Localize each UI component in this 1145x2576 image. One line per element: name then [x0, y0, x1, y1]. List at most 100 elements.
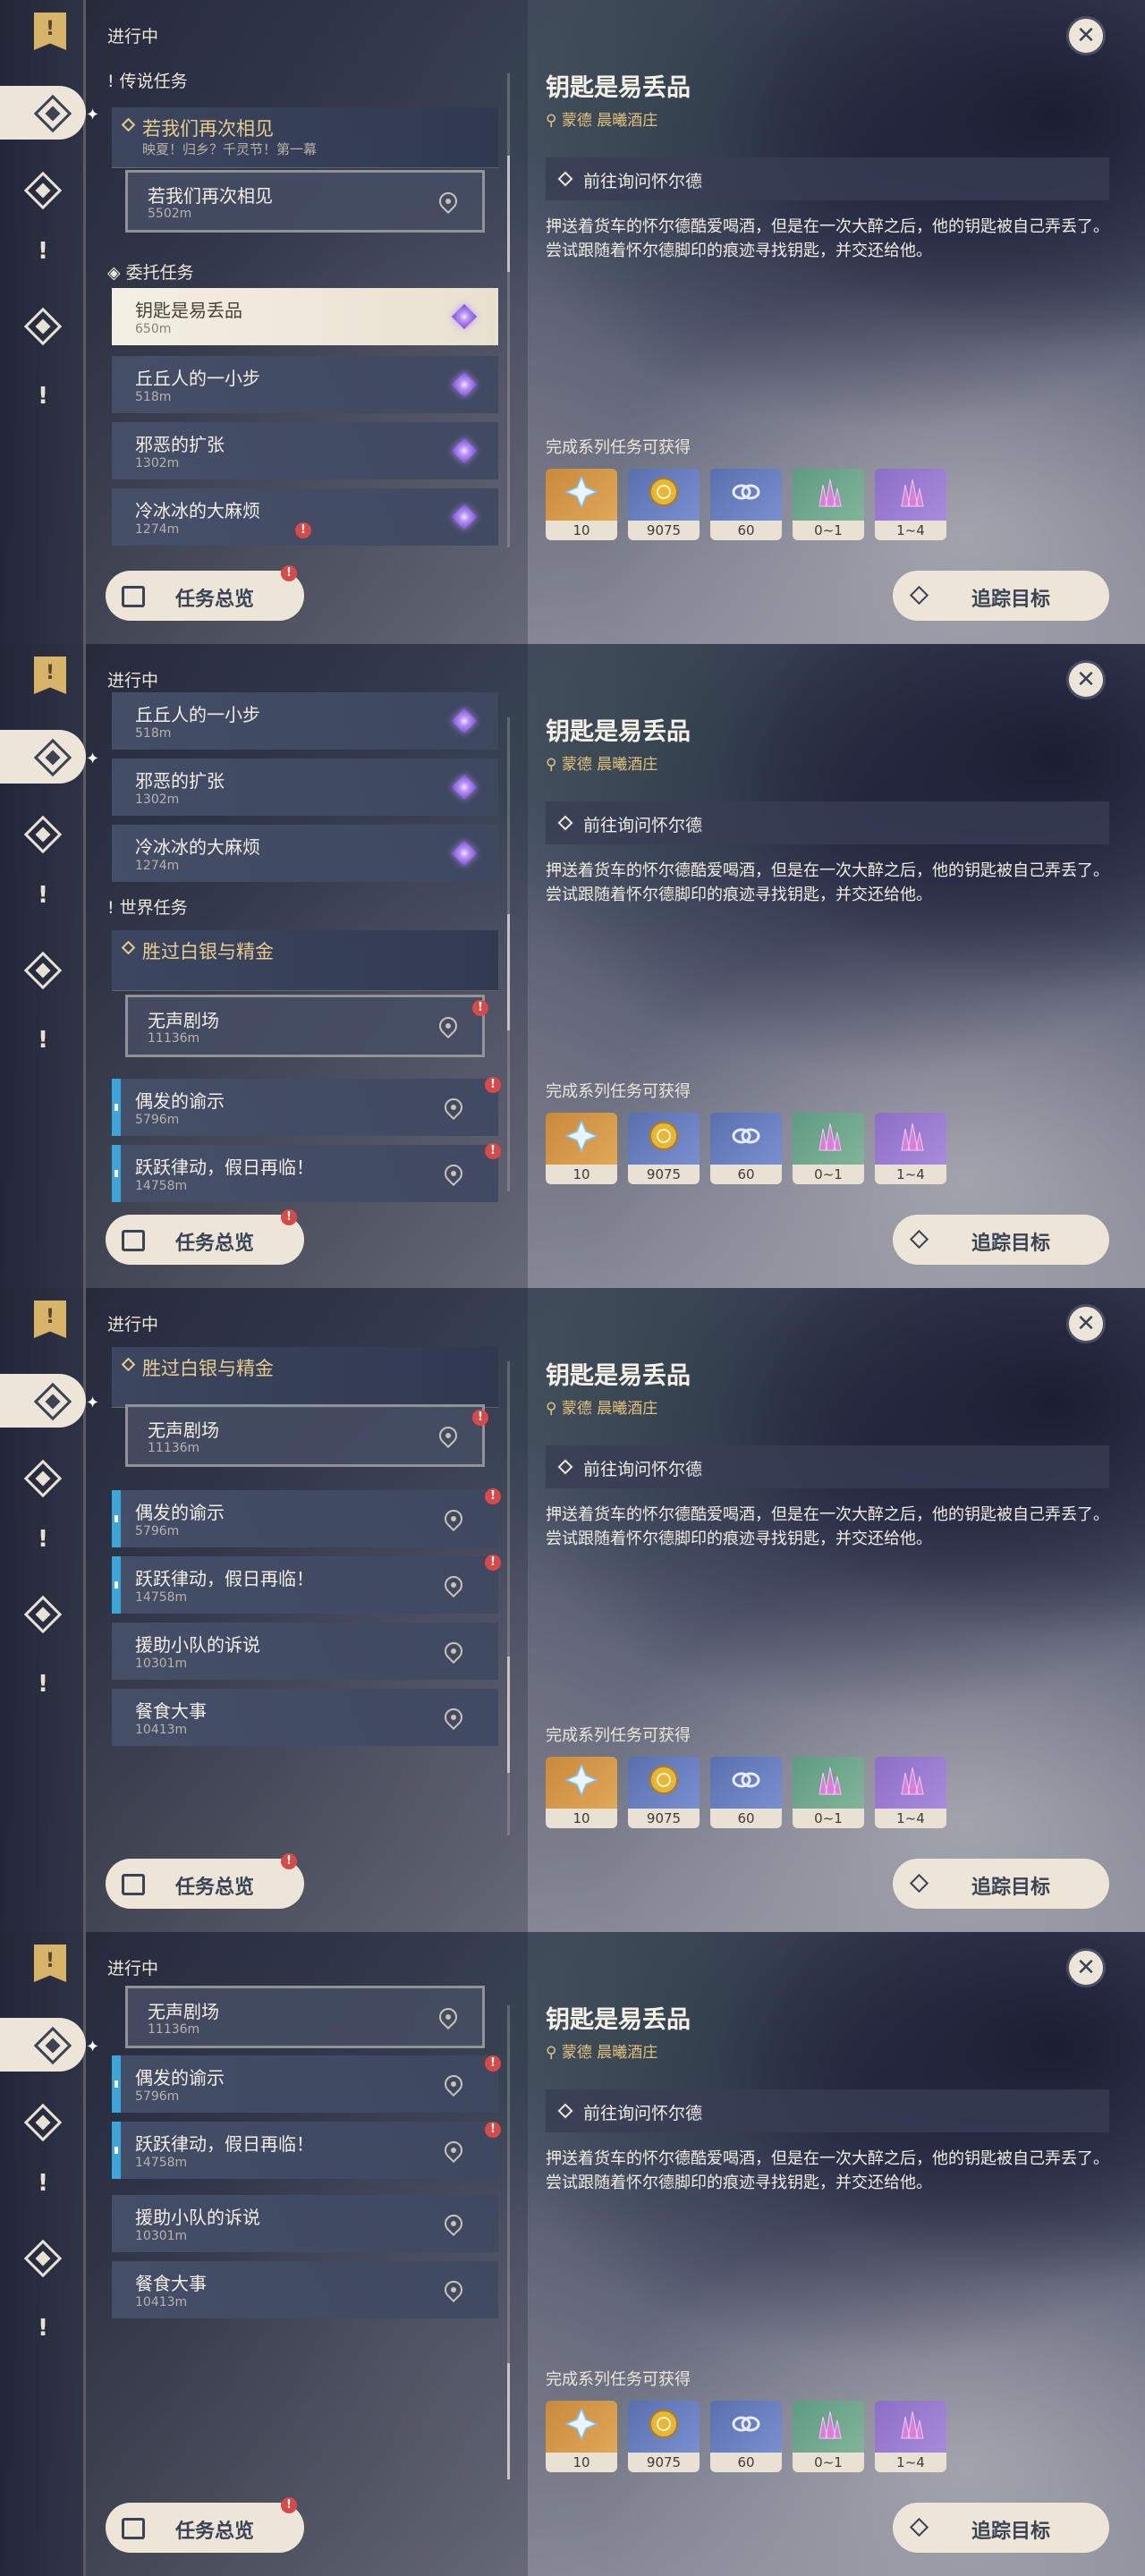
- scrollbar[interactable]: [507, 717, 510, 1191]
- reward-mora[interactable]: 9075: [628, 1757, 700, 1828]
- quest-row[interactable]: 丘丘人的一小步 518m: [112, 356, 498, 413]
- scrollbar-thumb[interactable]: [507, 156, 510, 272]
- quest-row[interactable]: 偶发的谕示 5796m: [112, 1079, 498, 1136]
- quest-row[interactable]: 偶发的谕示 5796m: [112, 2055, 498, 2113]
- quest-row[interactable]: 邪恶的扩张 1302m: [112, 422, 498, 479]
- sub-quest-item[interactable]: 无声剧场 11136m: [125, 995, 485, 1057]
- quest-row[interactable]: 餐食大事 10413m: [112, 1689, 498, 1746]
- reward-adventure-exp[interactable]: 60: [710, 1113, 782, 1184]
- reward-primogem[interactable]: 10: [546, 1113, 617, 1184]
- map-pin-icon[interactable]: [440, 2210, 467, 2237]
- quest-row[interactable]: 偶发的谕示 5796m: [112, 1490, 498, 1547]
- reward-mora[interactable]: 9075: [628, 2401, 700, 2472]
- scrollbar-thumb[interactable]: [507, 914, 510, 1030]
- quest-group[interactable]: 若我们再次相见 映夏！归乡？千灵节！第一幕: [112, 107, 498, 168]
- map-pin-icon[interactable]: [435, 1013, 462, 1039]
- archon-quest-icon[interactable]: [23, 171, 63, 210]
- commission-quest-icon[interactable]: [23, 2239, 63, 2278]
- reward-crystal-green[interactable]: 0~1: [793, 1113, 864, 1184]
- map-pin-icon[interactable]: [440, 2137, 467, 2164]
- close-button[interactable]: ✕: [1066, 1304, 1106, 1343]
- quest-group[interactable]: 胜过白银与精金: [112, 1347, 498, 1408]
- quest-row[interactable]: 钥匙是易丢品 650m: [112, 288, 498, 345]
- legend-quest-icon[interactable]: !: [26, 1522, 60, 1556]
- ongoing-tab-icon[interactable]: !: [34, 1301, 66, 1338]
- world-quest-icon[interactable]: !: [26, 1023, 60, 1057]
- reward-adventure-exp[interactable]: 60: [710, 1757, 782, 1828]
- reward-adventure-exp[interactable]: 60: [710, 2401, 782, 2472]
- archon-quest-icon[interactable]: [23, 1459, 63, 1498]
- reward-primogem[interactable]: 10: [546, 469, 617, 540]
- reward-mora[interactable]: 9075: [628, 1113, 700, 1184]
- quest-row[interactable]: 跃跃律动，假日再临！ 14758m: [112, 1556, 498, 1614]
- quest-group[interactable]: 胜过白银与精金: [112, 930, 498, 991]
- reward-crystal-purple[interactable]: 1~4: [875, 469, 946, 540]
- scrollbar-thumb[interactable]: [507, 1657, 510, 1773]
- map-pin-icon[interactable]: [435, 188, 462, 215]
- ongoing-tab-icon[interactable]: !: [34, 657, 66, 694]
- ongoing-tab-icon[interactable]: !: [34, 1945, 66, 1982]
- quest-row[interactable]: 丘丘人的一小步 518m: [112, 692, 498, 750]
- reward-primogem[interactable]: 10: [546, 2401, 617, 2472]
- map-pin-icon[interactable]: [440, 2276, 467, 2303]
- map-pin-icon[interactable]: [440, 1638, 467, 1665]
- map-pin-icon[interactable]: [435, 1422, 462, 1449]
- reward-crystal-green[interactable]: 0~1: [793, 1757, 864, 1828]
- map-pin-icon[interactable]: [440, 1704, 467, 1731]
- all-quests-icon[interactable]: [33, 94, 72, 133]
- reward-primogem[interactable]: 10: [546, 1757, 617, 1828]
- close-button[interactable]: ✕: [1066, 1948, 1106, 1987]
- quest-row[interactable]: 餐食大事 10413m: [112, 2261, 498, 2318]
- reward-crystal-green[interactable]: 0~1: [793, 2401, 864, 2472]
- quest-overview-button[interactable]: 任务总览!: [106, 2497, 304, 2553]
- map-pin-icon[interactable]: [440, 2071, 467, 2097]
- map-pin-icon[interactable]: [435, 2004, 462, 2030]
- all-quests-icon[interactable]: [33, 1382, 72, 1421]
- track-objective-button[interactable]: 追踪目标: [893, 2503, 1109, 2553]
- ongoing-tab-icon[interactable]: !: [34, 13, 66, 50]
- legend-quest-icon[interactable]: !: [26, 234, 60, 268]
- world-quest-icon[interactable]: !: [26, 2311, 60, 2345]
- commission-quest-icon[interactable]: [23, 951, 63, 990]
- track-objective-button[interactable]: 追踪目标: [893, 1859, 1109, 1909]
- reward-crystal-purple[interactable]: 1~4: [875, 1113, 946, 1184]
- quest-overview-button[interactable]: 任务总览!: [106, 565, 304, 621]
- all-quests-icon[interactable]: [33, 738, 72, 777]
- quest-row[interactable]: 跃跃律动，假日再临！ 14758m: [112, 2122, 498, 2179]
- reward-crystal-green[interactable]: 0~1: [793, 469, 864, 540]
- world-quest-icon[interactable]: !: [26, 379, 60, 413]
- legend-quest-icon[interactable]: !: [26, 2166, 60, 2200]
- map-pin-icon[interactable]: [440, 1572, 467, 1598]
- reward-crystal-purple[interactable]: 1~4: [875, 1757, 946, 1828]
- map-pin-icon[interactable]: [440, 1094, 467, 1121]
- reward-mora[interactable]: 9075: [628, 469, 700, 540]
- quest-row[interactable]: 邪恶的扩张 1302m: [112, 758, 498, 816]
- reward-crystal-purple[interactable]: 1~4: [875, 2401, 946, 2472]
- quest-row[interactable]: 冷冰冰的大麻烦 1274m: [112, 825, 498, 882]
- quest-row[interactable]: 援助小队的诉说 10301m: [112, 2195, 498, 2252]
- track-objective-button[interactable]: 追踪目标: [893, 571, 1109, 621]
- close-button[interactable]: ✕: [1066, 660, 1106, 699]
- archon-quest-icon[interactable]: [23, 2103, 63, 2142]
- commission-quest-icon[interactable]: [23, 1595, 63, 1634]
- reward-adventure-exp[interactable]: 60: [710, 469, 782, 540]
- legend-quest-icon[interactable]: !: [26, 878, 60, 912]
- sub-quest-item[interactable]: 无声剧场 11136m: [125, 1986, 485, 2048]
- all-quests-icon[interactable]: [33, 2026, 72, 2065]
- map-pin-icon[interactable]: [440, 1160, 467, 1187]
- quest-overview-button[interactable]: 任务总览!: [106, 1209, 304, 1265]
- sub-quest-item[interactable]: 若我们再次相见 5502m: [125, 170, 485, 233]
- archon-quest-icon[interactable]: [23, 815, 63, 854]
- quest-row[interactable]: 跃跃律动，假日再临！ 14758m: [112, 1145, 498, 1202]
- scrollbar[interactable]: [507, 73, 510, 547]
- commission-quest-icon[interactable]: [23, 307, 63, 346]
- world-quest-icon[interactable]: !: [26, 1667, 60, 1701]
- scrollbar[interactable]: [507, 1361, 510, 1835]
- track-objective-button[interactable]: 追踪目标: [893, 1215, 1109, 1265]
- scrollbar-thumb[interactable]: [507, 2363, 510, 2479]
- close-button[interactable]: ✕: [1066, 16, 1106, 55]
- quest-overview-button[interactable]: 任务总览!: [106, 1853, 304, 1909]
- map-pin-icon[interactable]: [440, 1505, 467, 1532]
- sub-quest-item[interactable]: 无声剧场 11136m: [125, 1404, 485, 1467]
- scrollbar[interactable]: [507, 2005, 510, 2479]
